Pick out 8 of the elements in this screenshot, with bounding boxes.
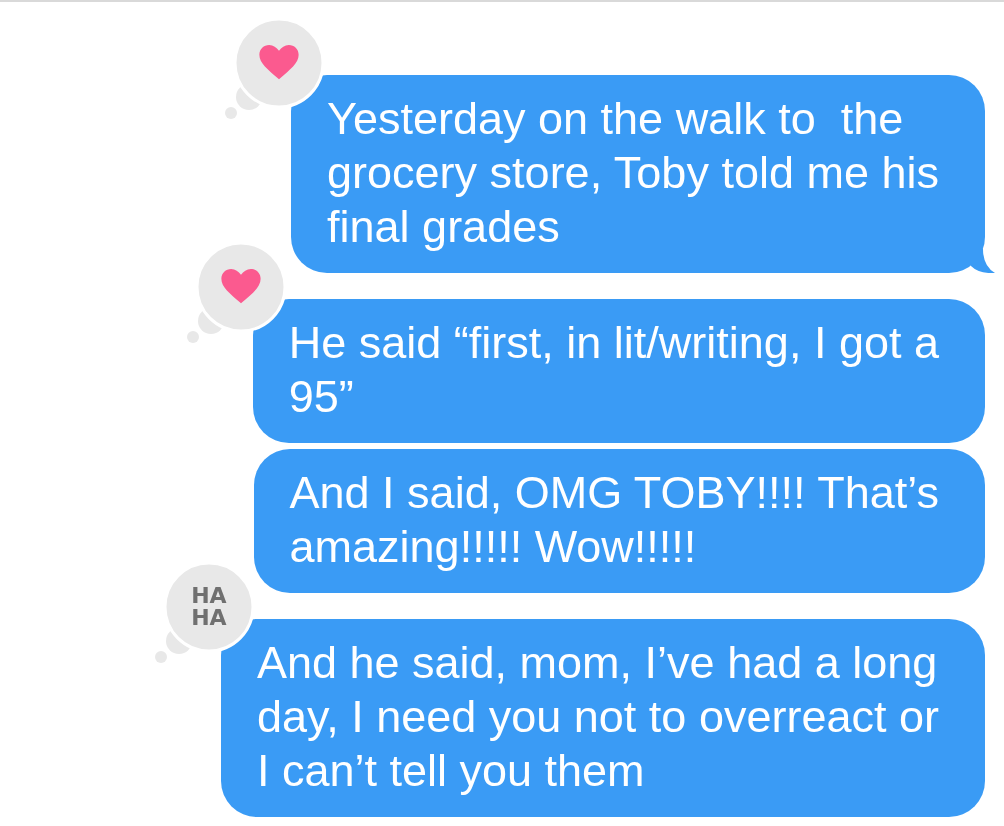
- message-bubble[interactable]: Yesterday on the walk to the grocery store, Toby told me his final grades: [291, 75, 985, 273]
- message-bubble[interactable]: He said “first, in lit/writing, I got a 95”: [252, 299, 985, 443]
- heart-icon: [259, 45, 300, 81]
- heart-icon: [220, 269, 261, 305]
- tapback-bubble[interactable]: [223, 17, 324, 121]
- tapback-bubble[interactable]: [184, 241, 285, 345]
- message-bubble[interactable]: And I said, OMG TOBY!!!! That’s amazing!!!!! Wow!!!!!: [253, 449, 985, 593]
- haha-label: HA: [191, 585, 227, 607]
